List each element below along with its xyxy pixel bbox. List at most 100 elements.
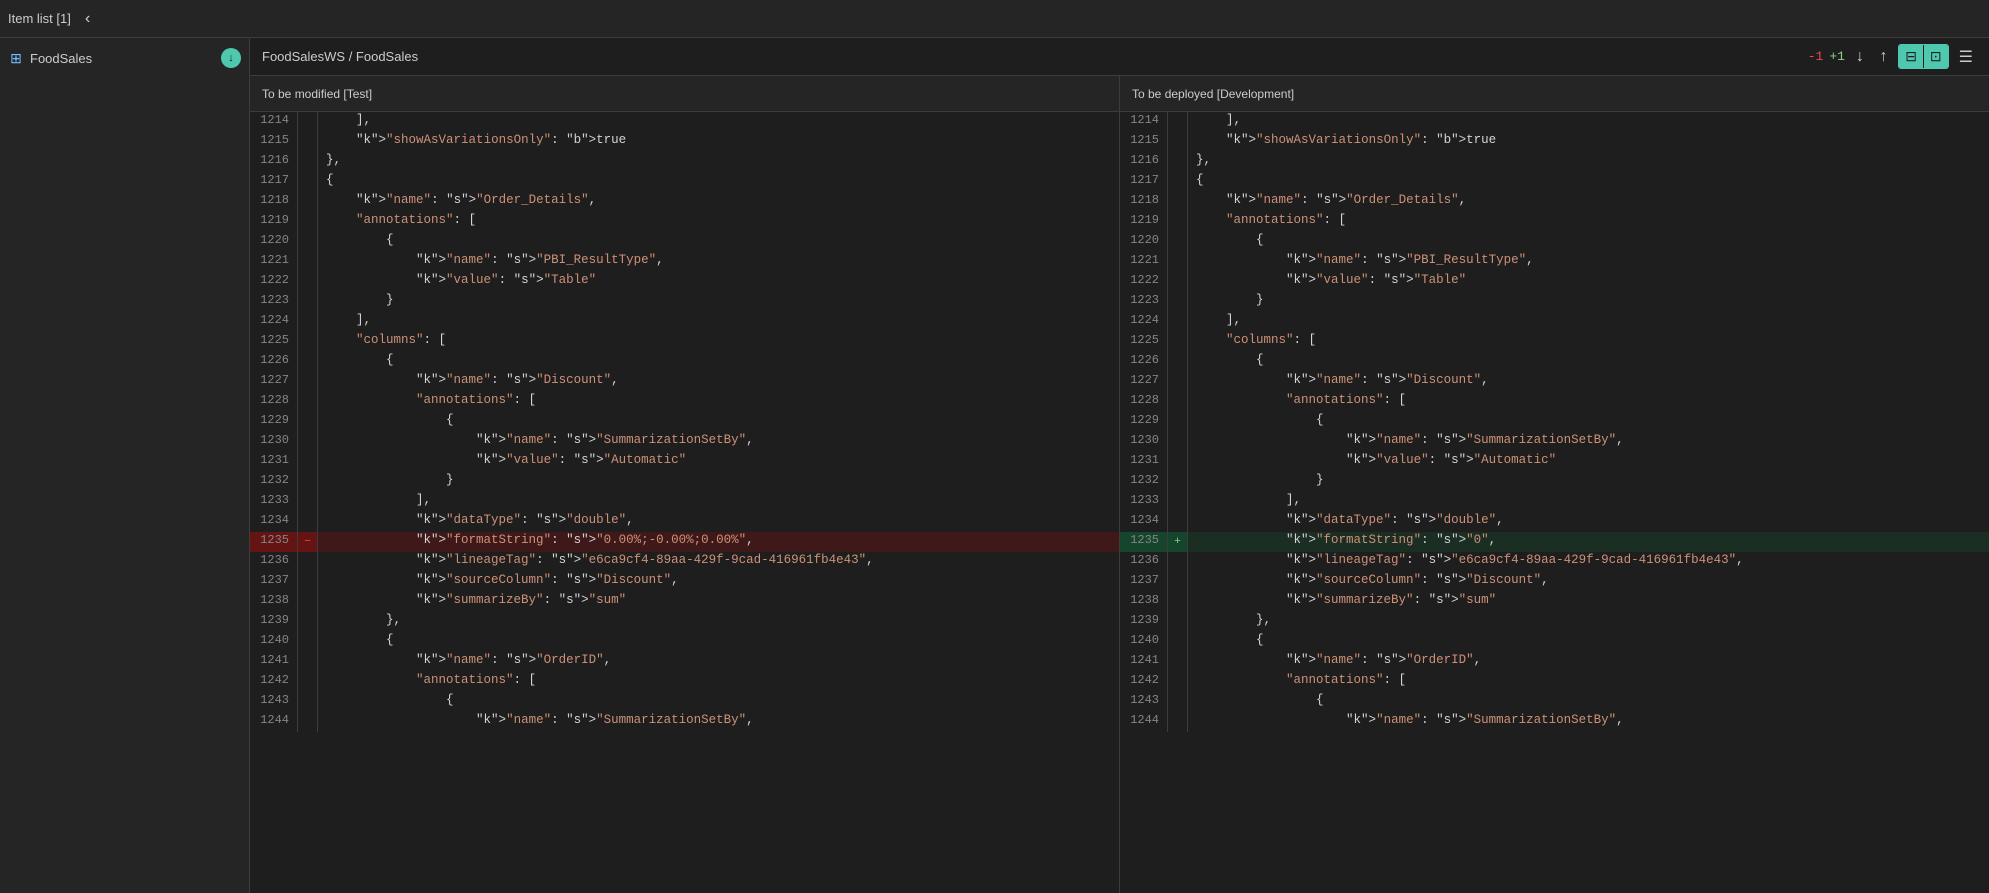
line-gutter [1168,292,1188,312]
line-number: 1234 [250,512,298,532]
line-number: 1231 [1120,452,1168,472]
table-row: 1228 "annotations": [ [1120,392,1989,412]
line-code: "k">"lineageTag": "s">"e6ca9cf4-89aa-429… [318,552,1119,572]
table-row: 1226 { [1120,352,1989,372]
line-code: "k">"name": "s">"PBI_ResultType", [1188,252,1989,272]
nav-down-button[interactable]: ↓ [1851,46,1869,68]
line-number: 1216 [250,152,298,172]
line-gutter [298,132,318,152]
line-code: "k">"name": "s">"Order_Details", [318,192,1119,212]
table-row: 1224 ], [1120,312,1989,332]
line-code: { [1188,172,1989,192]
line-number: 1228 [1120,392,1168,412]
line-code: "annotations": [ [1188,392,1989,412]
table-row: 1220 { [250,232,1119,252]
right-panel-content[interactable]: 1214 ],1215 "k">"showAsVariationsOnly": … [1120,112,1989,893]
line-number: 1226 [250,352,298,372]
line-gutter [1168,392,1188,412]
table-row: 1233 ], [250,492,1119,512]
main-layout: ⊞ FoodSales ↓ FoodSalesWS / FoodSales -1… [0,38,1989,893]
line-code: "k">"name": "s">"Order_Details", [1188,192,1989,212]
table-row: 1242 "annotations": [ [1120,672,1989,692]
line-gutter [1168,172,1188,192]
split-view-button[interactable]: ⊟ [1899,45,1924,68]
sidebar-item-label: FoodSales [30,51,215,66]
left-panel: To be modified [Test] 1214 ],1215 "k">"s… [250,76,1120,893]
table-row: 1215 "k">"showAsVariationsOnly": "b">tru… [250,132,1119,152]
line-code: }, [318,152,1119,172]
table-row: 1221 "k">"name": "s">"PBI_ResultType", [250,252,1119,272]
line-code: "k">"value": "s">"Automatic" [318,452,1119,472]
table-row: 1230 "k">"name": "s">"SummarizationSetBy… [250,432,1119,452]
line-number: 1233 [1120,492,1168,512]
line-code: }, [1188,612,1989,632]
line-gutter [298,312,318,332]
line-code: { [318,352,1119,372]
right-panel-title: To be deployed [Development] [1132,87,1294,101]
header-bar: FoodSalesWS / FoodSales -1 +1 ↓ ↑ ⊟ ⊡ ☰ [250,38,1989,76]
line-gutter [1168,112,1188,132]
line-number: 1240 [1120,632,1168,652]
diff-controls: -1 +1 ↓ ↑ ⊟ ⊡ ☰ [1808,44,1977,69]
line-gutter [1168,352,1188,372]
line-number: 1237 [250,572,298,592]
table-row: 1227 "k">"name": "s">"Discount", [1120,372,1989,392]
line-code: "k">"showAsVariationsOnly": "b">true [1188,132,1989,152]
table-row: 1235− "k">"formatString": "s">"0.00%;-0.… [250,532,1119,552]
line-gutter [1168,232,1188,252]
line-number: 1227 [250,372,298,392]
line-code: "k">"value": "s">"Table" [318,272,1119,292]
line-code: }, [1188,152,1989,172]
line-number: 1237 [1120,572,1168,592]
right-panel: To be deployed [Development] 1214 ],1215… [1120,76,1989,893]
line-number: 1227 [1120,372,1168,392]
line-gutter [298,372,318,392]
item-list-title: Item list [1] [8,11,71,26]
line-number: 1215 [250,132,298,152]
line-code: "k">"name": "s">"Discount", [1188,372,1989,392]
line-number: 1231 [250,452,298,472]
line-code: "k">"sourceColumn": "s">"Discount", [1188,572,1989,592]
line-gutter [298,332,318,352]
line-code: "k">"showAsVariationsOnly": "b">true [318,132,1119,152]
table-row: 1239 }, [250,612,1119,632]
line-number: 1241 [250,652,298,672]
table-row: 1218 "k">"name": "s">"Order_Details", [250,192,1119,212]
line-code: { [1188,692,1989,712]
file-icon[interactable]: ☰ [1955,45,1977,69]
line-gutter [1168,212,1188,232]
line-gutter [298,232,318,252]
table-row: 1229 { [1120,412,1989,432]
line-number: 1218 [1120,192,1168,212]
line-gutter [298,712,318,732]
line-number: 1223 [1120,292,1168,312]
sidebar-item-foodsales[interactable]: ⊞ FoodSales ↓ [0,42,249,74]
line-number: 1229 [250,412,298,432]
collapse-icon[interactable]: ‹ [83,10,93,28]
line-number: 1244 [1120,712,1168,732]
line-code: ], [318,312,1119,332]
line-gutter [1168,472,1188,492]
line-gutter [1168,572,1188,592]
line-number: 1233 [250,492,298,512]
line-code: ], [318,492,1119,512]
line-gutter [298,412,318,432]
line-number: 1243 [1120,692,1168,712]
table-row: 1243 { [1120,692,1989,712]
line-gutter [1168,452,1188,472]
table-row: 1222 "k">"value": "s">"Table" [1120,272,1989,292]
line-gutter [298,432,318,452]
line-number: 1220 [250,232,298,252]
inline-view-button[interactable]: ⊡ [1924,45,1948,68]
line-number: 1219 [1120,212,1168,232]
table-row: 1236 "k">"lineageTag": "s">"e6ca9cf4-89a… [250,552,1119,572]
line-number: 1242 [1120,672,1168,692]
line-code: "k">"name": "s">"OrderID", [1188,652,1989,672]
left-panel-content[interactable]: 1214 ],1215 "k">"showAsVariationsOnly": … [250,112,1119,893]
line-number: 1218 [250,192,298,212]
line-gutter [298,612,318,632]
line-number: 1240 [250,632,298,652]
line-code: } [1188,292,1989,312]
nav-up-button[interactable]: ↑ [1875,46,1893,68]
grid-icon: ⊞ [8,50,24,66]
